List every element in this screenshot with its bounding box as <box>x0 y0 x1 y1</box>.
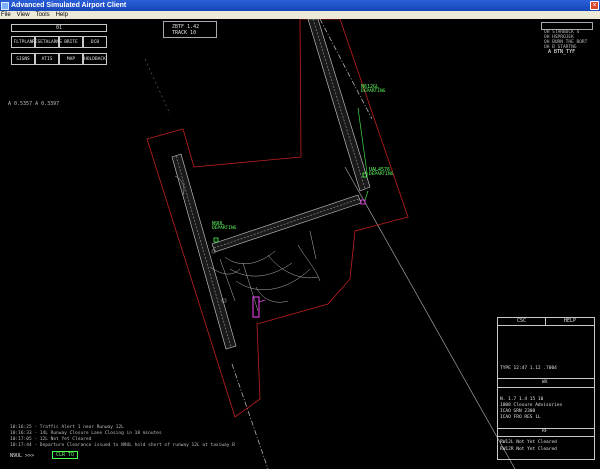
status-line: RW12L Not Yet Cleared <box>500 440 557 445</box>
section-title: WX <box>542 380 548 385</box>
right-list-active[interactable]: A BTN_TYF <box>548 49 575 55</box>
scope-info-line: TRACK 10 <box>172 30 197 36</box>
dcb-button[interactable]: DCB <box>83 36 107 48</box>
data-tag-detail: DEPARTING <box>361 89 386 94</box>
section-divider <box>498 387 594 388</box>
scope-info-box: ZBTF 1.42 TRACK 10 <box>163 21 217 38</box>
command-prompt: N9UL >>> <box>10 453 35 459</box>
vehicle-target[interactable] <box>252 296 260 318</box>
atis-button[interactable]: ATIS <box>35 53 59 65</box>
menu-tools[interactable]: Tools <box>36 11 50 19</box>
window-title: Advanced Simulated Airport Client <box>11 2 127 9</box>
section-title: RF <box>542 429 548 434</box>
fltplan-button-label: FLTPLAN <box>13 39 33 45</box>
status-line: ICAO FRO RES 1L <box>500 415 541 420</box>
aircraft-target[interactable] <box>213 237 219 243</box>
command-input-value: CLR TO <box>56 452 75 458</box>
holdback-button-label: HOLDBACK <box>84 56 106 62</box>
right-list-header[interactable] <box>541 22 593 30</box>
title-bar: Advanced Simulated Airport Client × <box>0 0 600 11</box>
signs-button-label: SIGNS <box>16 56 30 62</box>
data-tag-detail: DEPARTING <box>212 226 237 231</box>
status-line: RW12R Not Yet Cleared <box>500 447 557 452</box>
vehicle-leader <box>258 299 266 303</box>
menu-help[interactable]: Help <box>56 11 68 19</box>
section-divider <box>498 436 594 437</box>
section-divider <box>498 378 594 379</box>
airport-boundary <box>146 19 409 418</box>
brite-button-label: BRITE <box>64 39 78 45</box>
map-button[interactable]: MAP <box>59 53 83 65</box>
top-panel-field-value: 01 <box>55 25 63 31</box>
menu-file[interactable]: File <box>1 11 11 19</box>
runway-north <box>307 19 371 192</box>
signs-button[interactable]: SIGNS <box>11 53 35 65</box>
dcb-button-label: DCB <box>90 39 100 45</box>
status-time-line: TYPE 12:47 1.12 .7004 <box>500 366 557 371</box>
top-panel-field[interactable]: 01 <box>11 24 107 32</box>
app-icon <box>1 1 9 10</box>
help-tab[interactable]: HELP <box>546 318 594 325</box>
data-tag-detail: DEPARTING <box>369 172 394 177</box>
status-header: CSC HELP <box>498 318 594 326</box>
atis-button-label: ATIS <box>41 56 53 62</box>
message-line: 10:17:44 - Departure Clearance issued to… <box>10 443 235 448</box>
command-input[interactable]: CLR TO <box>52 451 78 459</box>
close-icon[interactable]: × <box>590 1 599 10</box>
approach-line <box>344 166 516 469</box>
reset-alarms-button-label: RESETALARMS <box>32 39 62 45</box>
runway-cross <box>211 194 362 253</box>
extended-centerline <box>144 58 171 115</box>
range-readout: A 0.5357 A 0.3397 <box>8 101 60 107</box>
airspace-line-south <box>231 363 269 469</box>
status-panel: CSC HELP TYPE 12:47 1.12 .7004 WX N. 1.7… <box>497 317 595 460</box>
menu-view[interactable]: View <box>17 11 30 19</box>
holdback-button[interactable]: HOLDBACK <box>83 53 107 65</box>
map-button-label: MAP <box>66 56 76 62</box>
reset-alarms-button[interactable]: RESETALARMS <box>32 36 62 48</box>
csc-tab[interactable]: CSC <box>498 318 546 325</box>
brite-button[interactable]: BRITE <box>59 36 83 48</box>
menu-bar: File View Tools Help <box>0 11 600 19</box>
